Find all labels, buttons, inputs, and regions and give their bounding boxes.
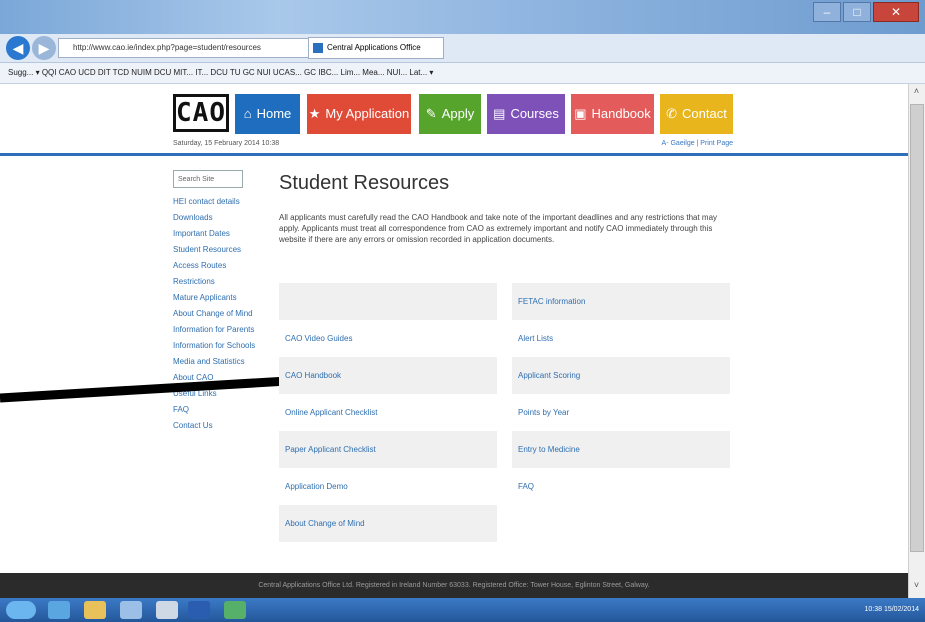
nav-tab-label: Courses (510, 106, 559, 121)
sidebar-item[interactable]: Important Dates (173, 228, 259, 239)
resource-link-left[interactable]: Paper Applicant Checklist (279, 431, 497, 468)
nav-tab-label: Home (256, 106, 292, 121)
sidebar-item[interactable]: Downloads (173, 212, 259, 223)
nav-tab-contact[interactable]: ✆ Contact (660, 94, 733, 134)
resource-link-left[interactable]: Online Applicant Checklist (279, 394, 497, 431)
sidebar-item[interactable]: Restrictions (173, 276, 259, 287)
browser-titlebar: – □ ✕ (0, 0, 925, 34)
nav-tab-icon: ✎ (425, 106, 437, 121)
scroll-up-icon[interactable]: ˄ (909, 86, 924, 100)
resource-link-left[interactable]: CAO Video Guides (279, 320, 497, 357)
back-icon[interactable]: ◀ (6, 36, 30, 60)
start-button[interactable] (6, 601, 36, 619)
nav-tab-label: Contact (682, 106, 727, 121)
sidebar-item[interactable]: Information for Parents (173, 324, 259, 335)
minimize-icon[interactable]: – (813, 2, 841, 22)
sidebar-item[interactable]: Information for Schools (173, 340, 259, 351)
tab-title: Central Applications Office (327, 43, 421, 52)
nav-tab-icon: ▣ (574, 106, 587, 121)
resource-link-right[interactable]: Entry to Medicine (512, 431, 730, 468)
close-icon[interactable]: ✕ (873, 2, 919, 22)
explorer-taskbar-icon[interactable] (84, 601, 106, 619)
tray-time[interactable]: 10:38 (864, 606, 882, 613)
address-bar[interactable]: http://www.cao.ie/index.php?page=student… (58, 38, 314, 58)
nav-tab-icon: ⌂ (243, 106, 252, 121)
resource-link-right[interactable]: FAQ (512, 468, 730, 505)
header-divider (0, 153, 908, 156)
windows-taskbar: 10:38 15/02/2014 (0, 598, 925, 622)
sidebar-item[interactable]: Student Resources (173, 244, 259, 255)
date-bar: Saturday, 15 February 2014 10:38 A- Gaei… (173, 140, 733, 151)
resource-link-left[interactable] (279, 283, 497, 320)
sidebar-item[interactable]: HEI contact details (173, 196, 259, 207)
nav-tab-icon: ★ (308, 106, 321, 121)
browser-navbar: ◀ ▶ http://www.cao.ie/index.php?page=stu… (0, 34, 925, 63)
paint-taskbar-icon[interactable] (156, 601, 178, 619)
sidebar-item[interactable]: Access Routes (173, 260, 259, 271)
scrollbar-thumb[interactable] (910, 104, 924, 552)
resource-link-left[interactable]: CAO Handbook (279, 357, 497, 394)
resource-link-right[interactable]: FETAC information (512, 283, 730, 320)
search-input[interactable]: Search Site (173, 170, 243, 188)
nav-tab-label: My Application (325, 106, 410, 121)
cao-logo[interactable]: CAO (173, 94, 229, 132)
nav-tab-my-application[interactable]: ★ My Application (307, 94, 411, 134)
scroll-down-icon[interactable]: ˅ (909, 580, 924, 594)
resource-link-right[interactable]: Alert Lists (512, 320, 730, 357)
sidebar-item[interactable]: About Change of Mind (173, 308, 259, 319)
word-taskbar-icon[interactable] (188, 601, 210, 619)
chrome-taskbar-icon[interactable] (224, 601, 246, 619)
favorites-bar[interactable]: Sugg... ▾ QQI CAO UCD DIT TCD NUIM DCU M… (0, 63, 925, 84)
ie-taskbar-icon[interactable] (48, 601, 70, 619)
page-title: Student Resources (279, 172, 450, 194)
media-taskbar-icon[interactable] (120, 601, 142, 619)
resource-link-left[interactable]: Application Demo (279, 468, 497, 505)
nav-tab-label: Handbook (591, 106, 651, 121)
nav-tab-label: Apply (441, 106, 475, 121)
web-page: CAO Saturday, 15 February 2014 10:38 A- … (0, 84, 908, 576)
resource-link-right[interactable]: Applicant Scoring (512, 357, 730, 394)
site-footer: Central Applications Office Ltd. Registe… (0, 573, 908, 598)
resource-link-left[interactable]: About Change of Mind (279, 505, 497, 542)
current-date: Saturday, 15 February 2014 10:38 (173, 140, 280, 147)
tab-favicon-icon (313, 43, 323, 53)
sidebar-item[interactable]: Mature Applicants (173, 292, 259, 303)
intro-text: All applicants must carefully read the C… (279, 213, 718, 244)
maximize-icon[interactable]: □ (843, 2, 871, 22)
forward-icon[interactable]: ▶ (32, 36, 56, 60)
browser-tab[interactable]: Central Applications Office (308, 37, 444, 59)
nav-tab-home[interactable]: ⌂ Home (235, 94, 300, 134)
nav-tab-apply[interactable]: ✎ Apply (419, 94, 481, 134)
resource-link-right[interactable]: Points by Year (512, 394, 730, 431)
nav-tab-handbook[interactable]: ▣ Handbook (571, 94, 654, 134)
nav-tab-courses[interactable]: ▤ Courses (487, 94, 565, 134)
nav-tab-icon: ✆ (666, 106, 678, 121)
nav-tab-icon: ▤ (493, 106, 506, 121)
system-tray: 10:38 15/02/2014 (864, 598, 919, 622)
top-links[interactable]: A- Gaeilge | Print Page (662, 140, 733, 147)
window-controls: – □ ✕ (811, 2, 919, 22)
tray-date[interactable]: 15/02/2014 (884, 606, 919, 613)
